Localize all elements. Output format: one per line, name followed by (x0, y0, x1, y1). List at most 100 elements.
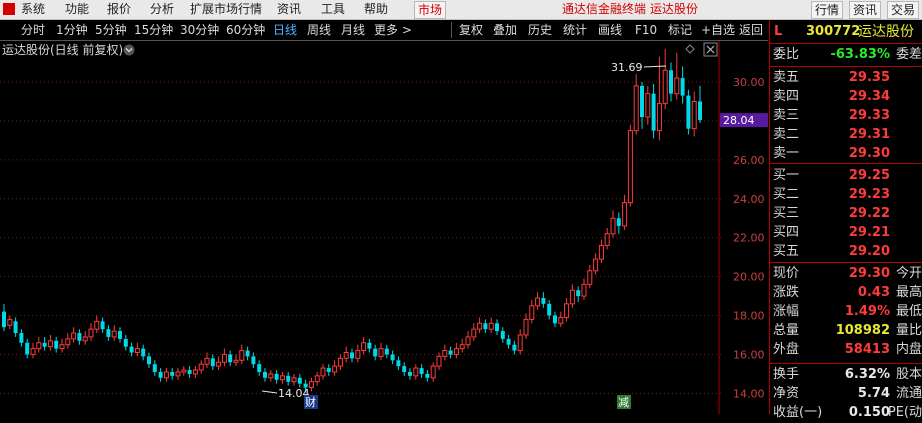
period-15min[interactable]: 15分钟 (134, 22, 173, 38)
candlestick[interactable] (350, 348, 354, 363)
candlestick[interactable] (576, 286, 581, 302)
candlestick[interactable] (523, 313, 529, 339)
candlestick[interactable] (558, 311, 564, 328)
history-button[interactable]: 历史 (528, 22, 552, 38)
candlestick[interactable] (477, 317, 483, 334)
candlestick[interactable] (645, 85, 651, 125)
candlestick[interactable] (627, 124, 633, 207)
candlestick[interactable] (453, 342, 459, 359)
candlestick[interactable] (2, 303, 6, 332)
candlestick[interactable] (361, 336, 367, 355)
candlestick[interactable] (94, 315, 100, 334)
candlestick[interactable] (291, 373, 297, 386)
candlestick[interactable] (669, 62, 673, 102)
mark-button[interactable]: 标记 (668, 22, 692, 38)
candlestick[interactable] (279, 371, 285, 384)
candlestick[interactable] (656, 56, 662, 141)
candlestick[interactable] (314, 371, 320, 386)
candlestick[interactable] (616, 212, 621, 234)
candlestick[interactable] (65, 333, 71, 349)
candlestick[interactable] (419, 364, 424, 378)
candlestick[interactable] (216, 356, 222, 371)
candlestick[interactable] (378, 342, 384, 361)
statistics-button[interactable]: 统计 (563, 22, 587, 38)
candlestick[interactable] (123, 334, 128, 351)
candlestick[interactable] (158, 368, 163, 382)
candlestick[interactable] (30, 342, 36, 359)
candlestick[interactable] (640, 81, 644, 129)
candlestick[interactable] (274, 370, 279, 384)
candlestick[interactable] (332, 360, 338, 376)
candlestick[interactable] (662, 49, 668, 110)
candlestick[interactable] (141, 344, 146, 361)
candlestick[interactable] (82, 331, 88, 345)
candlestick[interactable] (402, 362, 407, 376)
candlestick[interactable] (47, 334, 53, 351)
candlestick[interactable] (355, 344, 361, 363)
candlestick[interactable] (88, 323, 94, 341)
candlestick[interactable] (239, 344, 245, 365)
period-30min[interactable]: 30分钟 (180, 22, 219, 38)
candlestick[interactable] (593, 253, 599, 275)
candlestick[interactable] (448, 346, 453, 359)
candlestick[interactable] (221, 348, 227, 367)
candlestick[interactable] (286, 371, 291, 386)
candlestick[interactable] (175, 368, 181, 380)
diamond-icon[interactable] (685, 44, 695, 54)
menu-item-function[interactable]: 功能 (65, 1, 89, 17)
adjust-button[interactable]: 复权 (459, 22, 483, 38)
market-tab[interactable]: 市场 (414, 1, 447, 19)
candlestick[interactable] (483, 319, 488, 334)
candlestick[interactable] (181, 366, 187, 376)
overlay-button[interactable]: 叠加 (493, 22, 517, 38)
candlestick[interactable] (691, 91, 697, 137)
candlestick[interactable] (77, 329, 82, 345)
candlestick[interactable] (320, 364, 326, 380)
menu-item-extended-market[interactable]: 扩展市场行情 (190, 1, 262, 17)
draw-line-button[interactable]: 画线 (598, 22, 622, 38)
candlestick[interactable] (263, 368, 267, 382)
kline-chart[interactable]: 14.0016.0018.0020.0022.0024.0026.0028.00… (0, 41, 768, 414)
candlestick[interactable] (541, 292, 546, 308)
candlestick[interactable] (598, 239, 604, 263)
menu-item-analysis[interactable]: 分析 (150, 1, 174, 17)
candlestick[interactable] (564, 298, 570, 322)
candlestick[interactable] (465, 331, 471, 349)
candlestick[interactable] (384, 344, 389, 359)
candlestick[interactable] (610, 210, 616, 238)
candlestick[interactable] (337, 354, 343, 371)
period-60min[interactable]: 60分钟 (226, 22, 265, 38)
f10-button[interactable]: F10 (635, 22, 657, 38)
candlestick[interactable] (680, 66, 685, 104)
candlestick[interactable] (569, 284, 575, 308)
candlestick[interactable] (651, 83, 656, 139)
period-intraday[interactable]: 分时 (21, 22, 45, 38)
candlestick[interactable] (633, 74, 639, 135)
candlestick[interactable] (471, 323, 477, 341)
candlestick[interactable] (390, 350, 395, 365)
period-weekly[interactable]: 周线 (307, 22, 331, 38)
chart-title-dropdown-icon[interactable] (123, 44, 135, 56)
candlestick[interactable] (192, 366, 198, 378)
candlestick[interactable] (59, 338, 65, 353)
candlestick[interactable] (152, 360, 157, 376)
candlestick[interactable] (326, 364, 331, 376)
candlestick[interactable] (495, 319, 499, 335)
candlestick[interactable] (547, 299, 552, 320)
candlestick[interactable] (268, 370, 274, 382)
candlestick[interactable] (228, 350, 233, 367)
trade-button[interactable]: 交易 (887, 1, 920, 19)
menu-item-info[interactable]: 资讯 (277, 1, 301, 17)
candlestick[interactable] (622, 194, 628, 230)
candlestick[interactable] (581, 278, 587, 300)
news-button[interactable]: 资讯 (849, 1, 882, 19)
period-more[interactable]: 更多 > (374, 22, 412, 38)
candlestick[interactable] (698, 85, 702, 123)
period-5min[interactable]: 5分钟 (95, 22, 127, 38)
candlestick[interactable] (529, 299, 535, 324)
candlestick[interactable] (488, 317, 494, 334)
candlestick[interactable] (436, 352, 442, 371)
candlestick[interactable] (25, 338, 30, 359)
candlestick[interactable] (187, 366, 192, 378)
candlestick[interactable] (500, 327, 505, 343)
